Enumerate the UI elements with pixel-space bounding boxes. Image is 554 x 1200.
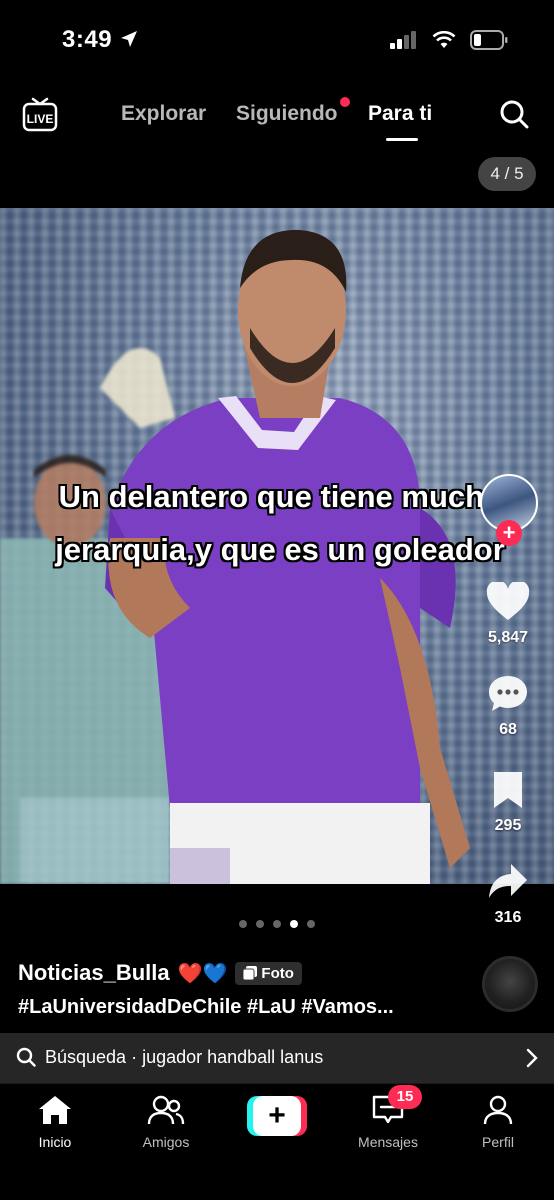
active-tab-indicator (386, 138, 418, 141)
slide-dot[interactable] (273, 920, 281, 928)
tab-perfil[interactable]: Perfil (453, 1094, 543, 1150)
tab-explorar[interactable]: Explorar (121, 102, 206, 126)
author-name[interactable]: Noticias_Bulla (18, 960, 170, 986)
post-hashtags[interactable]: #LaUniversidadDeChile #LaU #Vamos... (18, 996, 438, 1019)
heart-icon (486, 580, 530, 620)
page-counter: 4 / 5 (478, 157, 536, 191)
tab-mensajes-label: Mensajes (358, 1134, 418, 1150)
photo-stack-icon (243, 966, 258, 980)
tab-siguiendo[interactable]: Siguiendo (236, 102, 338, 126)
slide-dot-active[interactable] (290, 920, 298, 928)
plus-icon: + (253, 1096, 301, 1136)
like-count: 5,847 (487, 629, 529, 646)
location-arrow-icon (121, 31, 137, 47)
create-button[interactable]: + (247, 1096, 307, 1136)
photo-caption: Un delantero que tiene mucha jerarquia,y… (55, 479, 505, 567)
live-label: LIVE (27, 112, 54, 126)
search-suggestion-text: Búsqueda · jugador handball lanus (45, 1047, 324, 1067)
photo-badge-label: Foto (261, 964, 294, 982)
home-icon (39, 1096, 71, 1124)
live-tv-icon: LIVE (22, 97, 58, 132)
friends-icon (147, 1095, 185, 1125)
status-time: 3:49 (62, 26, 113, 53)
author-row: Noticias_Bulla ❤️💙 Foto (18, 960, 302, 986)
follow-button[interactable]: + (496, 520, 522, 546)
slide-dot[interactable] (256, 920, 264, 928)
tab-inicio-label: Inicio (38, 1134, 72, 1150)
slide-dot[interactable] (239, 920, 247, 928)
status-bar: 3:49 (0, 0, 554, 84)
comment-bubble-icon (489, 676, 527, 711)
wifi-icon (432, 31, 456, 48)
bookmark-icon (494, 772, 522, 808)
bottom-tab-bar: Inicio Amigos + Mensajes Perfil (0, 1083, 554, 1200)
like-button[interactable]: 5,847 (476, 580, 540, 647)
search-icon[interactable] (498, 98, 530, 130)
search-suggestion-bar[interactable]: Búsqueda · jugador handball lanus (0, 1033, 554, 1083)
chevron-right-icon (526, 1048, 538, 1068)
author-emojis: ❤️💙 (177, 962, 228, 985)
live-button[interactable]: LIVE (22, 96, 58, 132)
sound-disc[interactable] (482, 956, 538, 1012)
tab-amigos-label: Amigos (142, 1134, 190, 1150)
profile-icon (483, 1095, 513, 1125)
comment-button[interactable]: 68 (476, 674, 540, 739)
tab-inicio[interactable]: Inicio (10, 1094, 100, 1150)
save-button[interactable]: 295 (476, 770, 540, 835)
share-button[interactable]: 316 (476, 862, 540, 927)
tab-perfil-label: Perfil (482, 1134, 514, 1150)
slide-dot[interactable] (307, 920, 315, 928)
save-count: 295 (494, 817, 522, 834)
photo-type-badge: Foto (235, 961, 302, 985)
share-arrow-icon (489, 864, 527, 898)
cellular-signal-icon (390, 31, 416, 49)
messages-badge: 15 (388, 1085, 422, 1109)
tab-amigos[interactable]: Amigos (121, 1094, 211, 1150)
following-notification-dot (340, 97, 350, 107)
comment-count: 68 (499, 721, 517, 738)
battery-icon (470, 30, 508, 50)
tab-para-ti[interactable]: Para ti (368, 102, 432, 126)
search-icon (16, 1047, 36, 1067)
slide-indicator (0, 920, 554, 928)
top-nav: LIVE Explorar Siguiendo Para ti (0, 90, 554, 150)
